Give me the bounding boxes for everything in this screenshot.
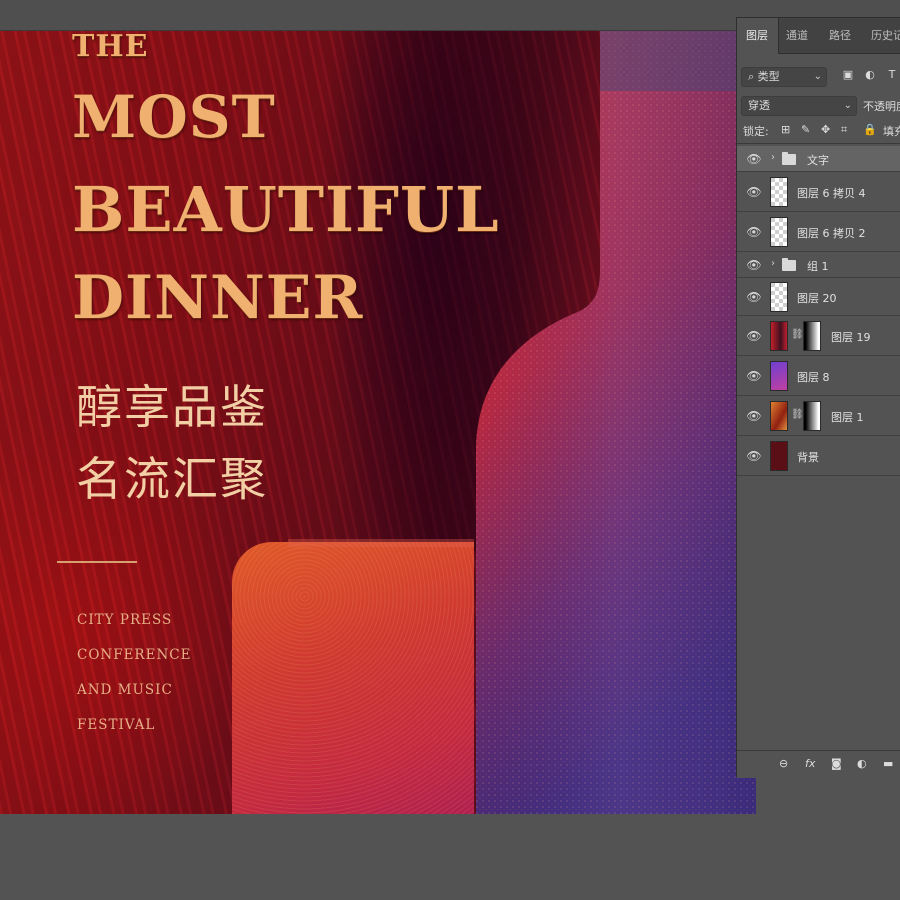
layer-thumbnail (770, 177, 788, 207)
layer-name: 图层 6 拷贝 4 (797, 187, 866, 200)
tab-layers[interactable]: 图层 (737, 18, 779, 54)
wine-glass-shape (232, 542, 474, 814)
layer-row[interactable]: 👁 图层 20 (737, 278, 900, 316)
gold-divider (57, 561, 137, 563)
layer-name: 图层 6 拷贝 2 (797, 227, 866, 240)
layer-thumbnail (770, 401, 788, 431)
image-filter-icon[interactable]: ▣ (841, 68, 855, 82)
subtitle-line: FESTIVAL (77, 717, 156, 733)
chinese-headline-1: 醇享品鉴 (76, 380, 268, 434)
folder-icon (782, 152, 796, 165)
lock-artboard-icon[interactable]: ⌗ (841, 123, 847, 137)
lock-label: 锁定: (743, 125, 769, 138)
title-the: THE (72, 31, 149, 64)
layer-thumbnail (770, 321, 788, 351)
layer-name: 图层 8 (797, 371, 830, 384)
tab-paths[interactable]: 路径 (829, 18, 865, 54)
eye-icon[interactable]: 👁 (746, 291, 762, 303)
mask-icon[interactable]: ◙ (831, 757, 842, 770)
subtitle-line: CITY PRESS (77, 612, 173, 628)
lock-image-icon[interactable]: ✎ (801, 123, 810, 136)
layer-thumbnail (770, 441, 788, 471)
chevron-right-icon[interactable]: › (771, 152, 775, 163)
eye-icon[interactable]: 👁 (746, 259, 762, 271)
layer-row[interactable]: 👁 ⛓ 图层 1 (737, 396, 900, 436)
chain-link-icon[interactable]: ⛓ (791, 409, 804, 420)
fx-icon[interactable]: fx (805, 757, 815, 770)
chevron-down-icon: ⌄ (843, 100, 852, 111)
lock-row: 锁定: ⊞ ✎ ✥ ⌗ 🔒 填充 (737, 120, 900, 142)
layer-row[interactable]: 👁 图层 6 拷贝 4 (737, 172, 900, 212)
layer-name: 组 1 (807, 260, 829, 273)
layer-row-background[interactable]: 👁 背景 (737, 436, 900, 476)
eye-icon[interactable]: 👁 (746, 450, 762, 462)
filter-kind-label: 类型 (757, 70, 780, 83)
layers-panel-toolbar: ⊖ fx ◙ ◐ ▬ (737, 750, 900, 778)
layer-mask-thumbnail[interactable] (803, 401, 821, 431)
tab-channels[interactable]: 通道 (786, 18, 822, 54)
filter-kind-dropdown[interactable]: ⌕ 类型 ⌄ (741, 67, 827, 87)
glass-rim (288, 539, 474, 547)
title-most: MOST (72, 83, 276, 151)
title-dinner: DINNER (72, 263, 364, 333)
eye-icon[interactable]: 👁 (746, 330, 762, 342)
layer-thumbnail (770, 361, 788, 391)
document-canvas[interactable]: THE MOST BEAUTIFUL DINNER 醇享品鉴 名流汇聚 CITY… (0, 31, 756, 814)
eye-icon[interactable]: 👁 (746, 370, 762, 382)
search-icon: ⌕ (748, 70, 755, 83)
layer-name: 图层 1 (831, 411, 864, 424)
blend-mode-label: 穿透 (748, 99, 770, 112)
chevron-right-icon[interactable]: › (771, 258, 775, 269)
layer-thumbnail (770, 217, 788, 247)
layers-panel: 图层 通道 路径 历史记 ⌕ 类型 ⌄ ▣ ◐ T 穿透 ⌄ 不透明度 锁定: … (736, 17, 900, 778)
lock-transparent-icon[interactable]: ⊞ (781, 123, 790, 136)
chevron-down-icon: ⌄ (813, 71, 822, 82)
divider (737, 143, 900, 144)
subtitle-line: CONFERENCE (77, 647, 192, 663)
chain-link-icon[interactable]: ⛓ (791, 329, 804, 340)
layer-row[interactable]: 👁 图层 6 拷贝 2 (737, 212, 900, 252)
layer-row[interactable]: 👁 图层 8 (737, 356, 900, 396)
eye-icon[interactable]: 👁 (746, 410, 762, 422)
wine-bottle-shape (476, 31, 756, 814)
link-icon[interactable]: ⊖ (779, 757, 788, 770)
subtitle-line: AND MUSIC (77, 682, 173, 698)
lock-all-icon[interactable]: 🔒 (863, 123, 877, 136)
chinese-headline-2: 名流汇聚 (76, 452, 268, 506)
layer-name: 文字 (807, 154, 829, 167)
layer-name: 背景 (797, 451, 819, 464)
fill-label[interactable]: 填充 (883, 123, 900, 139)
layer-row-text-group[interactable]: 👁 › 文字 (737, 146, 900, 172)
title-beautiful: BEAUTIFUL (72, 173, 500, 246)
panel-tabs: 图层 通道 路径 历史记 (737, 18, 900, 54)
photoshop-workspace: THE MOST BEAUTIFUL DINNER 醇享品鉴 名流汇聚 CITY… (0, 0, 900, 900)
layer-row-group[interactable]: 👁 › 组 1 (737, 252, 900, 278)
eye-icon[interactable]: 👁 (746, 186, 762, 198)
blend-mode-dropdown[interactable]: 穿透 ⌄ (741, 96, 857, 116)
eye-icon[interactable]: 👁 (746, 153, 762, 165)
folder-icon[interactable]: ▬ (883, 757, 893, 770)
tab-history[interactable]: 历史记 (871, 18, 900, 54)
opacity-label[interactable]: 不透明度 (863, 98, 900, 114)
layer-name: 图层 19 (831, 331, 871, 344)
eye-icon[interactable]: 👁 (746, 226, 762, 238)
lock-position-icon[interactable]: ✥ (821, 123, 830, 136)
type-filter-icon[interactable]: T (885, 68, 899, 82)
folder-icon (782, 258, 796, 271)
adjustment-icon[interactable]: ◐ (857, 757, 867, 770)
layer-name: 图层 20 (797, 292, 837, 305)
layer-row[interactable]: 👁 ⛓ 图层 19 (737, 316, 900, 356)
layer-mask-thumbnail[interactable] (803, 321, 821, 351)
adjustment-filter-icon[interactable]: ◐ (863, 68, 877, 82)
layer-thumbnail (770, 282, 788, 312)
